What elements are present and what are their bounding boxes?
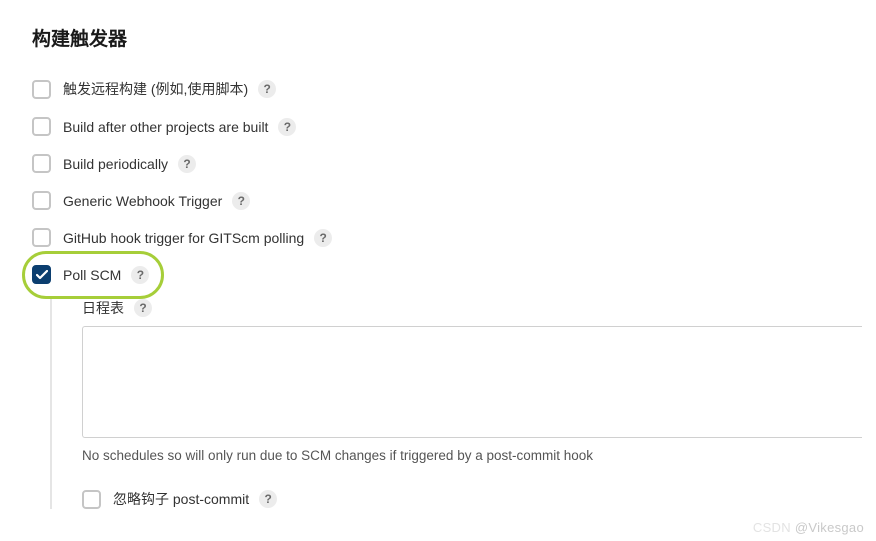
ignore-post-commit-row: 忽略钩子 post-commit ?: [82, 489, 844, 509]
schedule-hint: No schedules so will only run due to SCM…: [82, 448, 844, 463]
checkbox-github-hook[interactable]: [32, 228, 51, 247]
help-icon[interactable]: ?: [134, 299, 152, 317]
watermark: CSDN @Vikesgao: [753, 520, 864, 535]
help-icon[interactable]: ?: [259, 490, 277, 508]
trigger-remote-build: 触发远程构建 (例如,使用脚本) ?: [32, 79, 844, 99]
help-icon[interactable]: ?: [314, 229, 332, 247]
checkbox-ignore-post-commit[interactable]: [82, 490, 101, 509]
trigger-github-hook: GitHub hook trigger for GITScm polling ?: [32, 228, 844, 247]
trigger-build-after: Build after other projects are built ?: [32, 117, 844, 136]
checkbox-build-after[interactable]: [32, 117, 51, 136]
checkbox-generic-webhook[interactable]: [32, 191, 51, 210]
trigger-label: Generic Webhook Trigger: [63, 193, 222, 209]
trigger-label: Build after other projects are built: [63, 119, 268, 135]
trigger-build-periodically: Build periodically ?: [32, 154, 844, 173]
checkbox-remote-build[interactable]: [32, 80, 51, 99]
trigger-label: Poll SCM: [63, 267, 121, 283]
help-icon[interactable]: ?: [278, 118, 296, 136]
trigger-label: GitHub hook trigger for GITScm polling: [63, 230, 304, 246]
trigger-label: Build periodically: [63, 156, 168, 172]
trigger-poll-scm: Poll SCM ?: [32, 265, 844, 284]
help-icon[interactable]: ?: [131, 266, 149, 284]
schedule-label-row: 日程表 ?: [82, 298, 844, 318]
poll-scm-subsection: 日程表 ? No schedules so will only run due …: [50, 298, 844, 509]
checkbox-build-periodically[interactable]: [32, 154, 51, 173]
schedule-label: 日程表: [82, 298, 124, 318]
section-heading: 构建触发器: [32, 24, 844, 51]
ignore-post-commit-label: 忽略钩子 post-commit: [113, 489, 249, 509]
trigger-label: 触发远程构建 (例如,使用脚本): [63, 79, 248, 99]
trigger-generic-webhook: Generic Webhook Trigger ?: [32, 191, 844, 210]
checkbox-poll-scm[interactable]: [32, 265, 51, 284]
schedule-input[interactable]: [82, 326, 862, 438]
help-icon[interactable]: ?: [258, 80, 276, 98]
help-icon[interactable]: ?: [178, 155, 196, 173]
help-icon[interactable]: ?: [232, 192, 250, 210]
